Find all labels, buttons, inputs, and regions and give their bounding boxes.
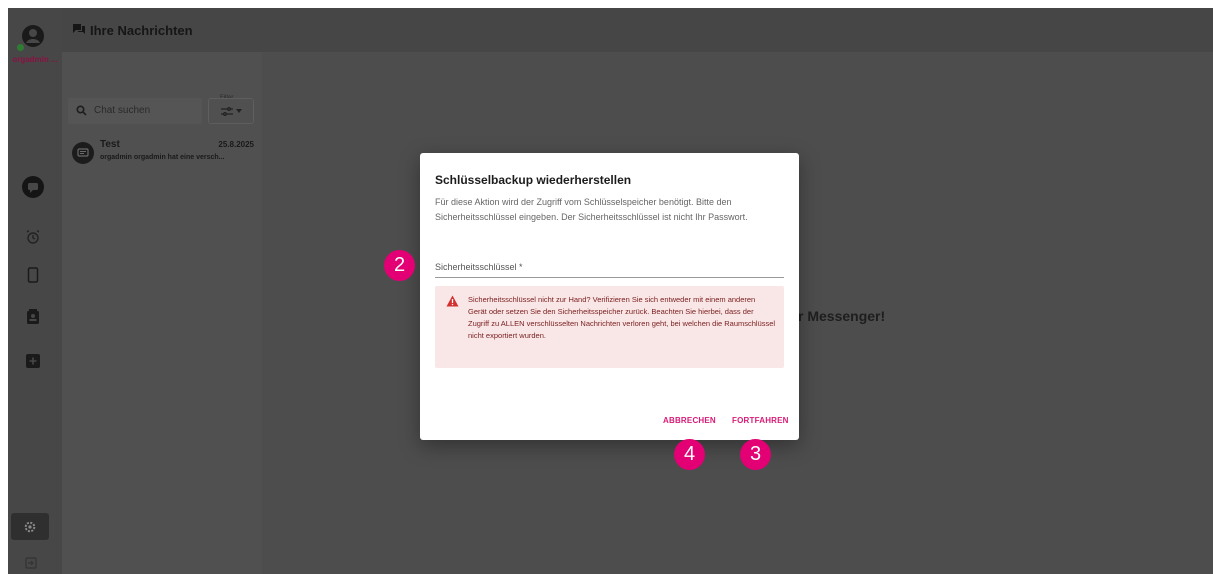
app-window: orgadmin ... Ihre Nachrichten Chat suche… [8, 8, 1213, 574]
top-bar: Ihre Nachrichten [62, 8, 1213, 52]
step-marker-4: 4 [674, 439, 705, 470]
warning-box: Sicherheitsschlüssel nicht zur Hand? Ver… [435, 286, 784, 368]
search-placeholder: Chat suchen [94, 105, 151, 116]
chat-list-panel: Chat suchen Filter Test 25.8.2025 orgadm… [62, 52, 262, 574]
step-marker-3: 3 [740, 439, 771, 470]
chat-room-icon [77, 147, 89, 157]
phone-icon[interactable] [22, 264, 44, 286]
rail-user-name: orgadmin ... [12, 55, 58, 64]
dialog-description: Für diese Aktion wird der Zugriff vom Sc… [435, 197, 748, 222]
online-status-dot [17, 44, 24, 51]
chat-avatar [72, 142, 94, 164]
messages-icon [73, 24, 85, 34]
user-avatar-icon[interactable] [21, 24, 45, 48]
restore-key-backup-dialog: Schlüsselbackup wiederherstellen Für die… [420, 153, 799, 440]
search-icon [76, 105, 87, 116]
filter-select[interactable] [208, 98, 254, 124]
continue-button[interactable]: FORTFAHREN [732, 416, 789, 425]
page-title: Ihre Nachrichten [90, 23, 193, 38]
contacts-icon[interactable] [22, 306, 44, 328]
search-input[interactable]: Chat suchen [68, 98, 202, 124]
security-key-field[interactable]: Sicherheitsschlüssel * [435, 258, 784, 278]
chat-icon[interactable] [22, 176, 44, 198]
dialog-title: Schlüsselbackup wiederherstellen [435, 173, 632, 187]
chevron-down-icon [235, 109, 242, 113]
nav-rail: orgadmin ... [8, 8, 62, 574]
chat-list-item[interactable]: Test 25.8.2025 orgadmin orgadmin hat ein… [68, 136, 258, 170]
step-marker-2: 2 [384, 250, 415, 281]
chat-name: Test [100, 139, 120, 150]
welcome-text: r Messenger! [798, 308, 886, 324]
alarm-icon[interactable] [22, 226, 44, 248]
add-icon[interactable] [22, 350, 44, 372]
chat-preview: orgadmin orgadmin hat eine versch... [100, 154, 225, 161]
security-key-label: Sicherheitsschlüssel * [435, 262, 523, 272]
warning-icon [446, 295, 459, 307]
chat-date: 25.8.2025 [218, 140, 254, 149]
gear-icon [24, 521, 36, 532]
filter-icon [220, 106, 233, 116]
settings-button[interactable] [11, 513, 49, 540]
logout-icon[interactable] [20, 552, 42, 574]
cancel-button[interactable]: ABBRECHEN [663, 416, 716, 425]
warning-text: Sicherheitsschlüssel nicht zur Hand? Ver… [468, 295, 776, 340]
